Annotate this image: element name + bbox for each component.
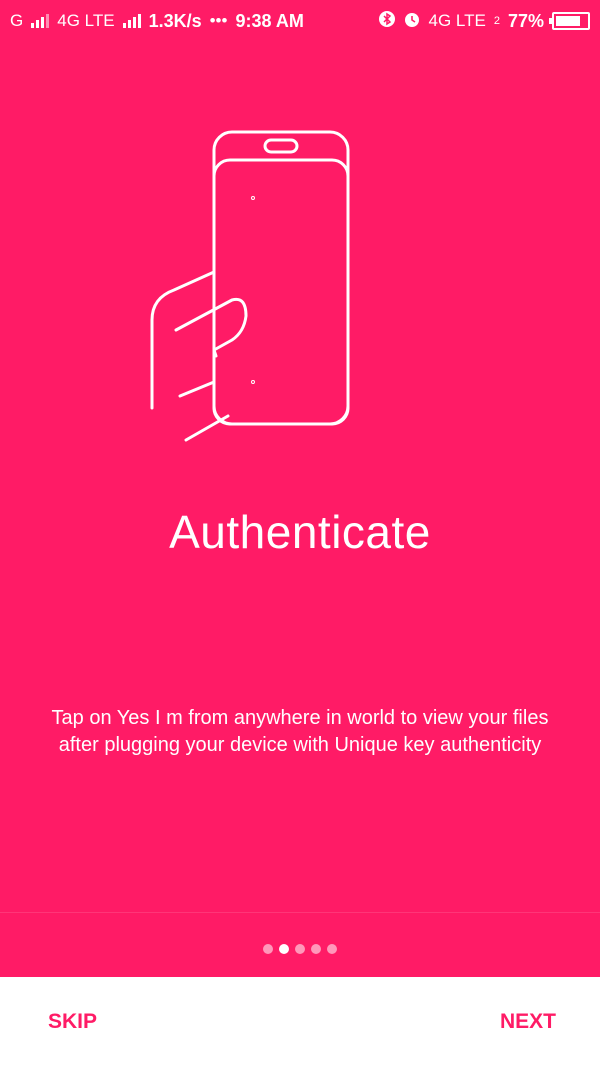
network-label: 4G LTE bbox=[57, 11, 115, 30]
page-dot-1[interactable] bbox=[263, 944, 273, 954]
alarm-icon bbox=[403, 10, 421, 33]
more-icon: ••• bbox=[209, 11, 228, 30]
status-left: G 4G LTE 1.3K/s ••• 9:38 AM bbox=[10, 11, 304, 32]
status-right: 4G LTE 2 77% bbox=[378, 10, 590, 33]
status-bar: G 4G LTE 1.3K/s ••• 9:38 AM 4G LTE 2 77% bbox=[0, 0, 600, 42]
signal-icon-2 bbox=[122, 14, 141, 28]
carrier-label: G bbox=[10, 11, 24, 30]
bottom-bar: SKIP NEXT bbox=[0, 977, 600, 1067]
page-dot-2-active[interactable] bbox=[279, 944, 289, 954]
network-label-2: 4G LTE bbox=[428, 11, 486, 30]
bluetooth-icon bbox=[378, 10, 395, 32]
onboarding-title: Authenticate bbox=[169, 506, 431, 558]
sim2-index: 2 bbox=[493, 15, 500, 27]
battery-percent: 77% bbox=[507, 10, 544, 31]
onboarding-description: Tap on Yes I m from anywhere in world to… bbox=[51, 707, 549, 756]
next-button[interactable]: NEXT bbox=[500, 1004, 556, 1040]
battery-icon bbox=[549, 12, 590, 30]
page-dot-3[interactable] bbox=[295, 944, 305, 954]
page-indicator bbox=[0, 944, 600, 954]
clock: 9:38 AM bbox=[235, 10, 304, 31]
divider bbox=[0, 912, 600, 913]
phone-in-hand-illustration bbox=[140, 120, 360, 450]
page-dot-5[interactable] bbox=[327, 944, 337, 954]
skip-button[interactable]: SKIP bbox=[48, 1004, 97, 1040]
signal-icon bbox=[31, 14, 50, 28]
page-dot-4[interactable] bbox=[311, 944, 321, 954]
network-speed: 1.3K/s bbox=[148, 10, 202, 31]
